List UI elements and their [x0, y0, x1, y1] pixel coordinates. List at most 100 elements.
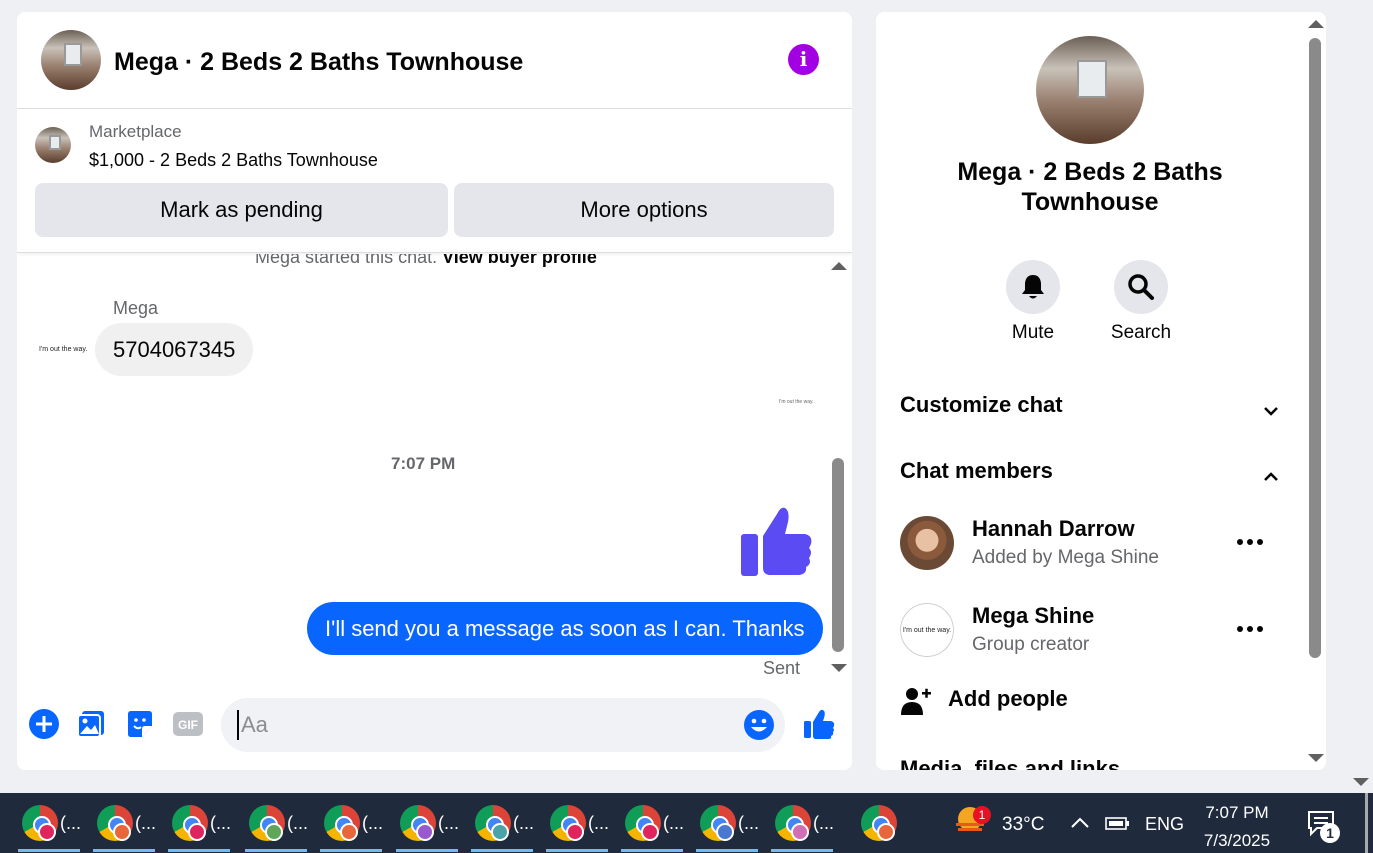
- mute-button[interactable]: Mute: [993, 260, 1073, 344]
- mute-label: Mute: [1011, 322, 1055, 343]
- message-list: Mega started this chat. View buyer profi…: [17, 254, 829, 682]
- sender-name: Mega: [113, 298, 159, 318]
- customize-chat-section[interactable]: Customize chat: [900, 392, 1280, 432]
- member-name: Mega Shine: [972, 603, 1095, 628]
- active-indicator: [245, 849, 307, 852]
- group-title: Mega · 2 Beds 2 Baths Townhouse: [957, 158, 1223, 216]
- active-indicator: [93, 849, 155, 852]
- taskbar-chrome-window[interactable]: (...: [696, 801, 759, 853]
- member-name: Hannah Darrow: [972, 516, 1135, 541]
- search-icon: [1128, 274, 1154, 300]
- language-indicator[interactable]: ENG: [1145, 814, 1184, 835]
- mark-pending-button[interactable]: Mark as pending: [35, 183, 448, 237]
- view-buyer-profile-link[interactable]: View buyer profile: [442, 254, 597, 267]
- window-label: (...: [588, 813, 609, 833]
- scroll-up-arrow[interactable]: [831, 262, 847, 270]
- taskbar-chrome-window[interactable]: (...: [396, 801, 459, 853]
- scroll-thumb[interactable]: [1309, 38, 1321, 658]
- profile-icon: [791, 823, 809, 841]
- member-row[interactable]: Hannah Darrow Added by Mega Shine: [900, 516, 1280, 576]
- profile-icon: [416, 823, 434, 841]
- member-subtitle: Group creator: [972, 634, 1090, 655]
- show-desktop-button[interactable]: [1365, 793, 1368, 853]
- sent-status: Sent: [763, 658, 801, 678]
- info-icon[interactable]: i: [788, 44, 819, 75]
- taskbar-chrome-window[interactable]: (...: [471, 801, 534, 853]
- message-input[interactable]: [237, 710, 717, 740]
- profile-icon: [340, 823, 358, 841]
- scroll-down-arrow[interactable]: [831, 664, 847, 672]
- member-row[interactable]: I'm out the way. Mega Shine Group creato…: [900, 603, 1280, 663]
- chevron-up-icon[interactable]: [1070, 815, 1090, 831]
- details-scrollbar[interactable]: [1305, 14, 1325, 768]
- more-icon[interactable]: [1235, 617, 1265, 641]
- profile-icon: [491, 823, 509, 841]
- marketplace-label: Marketplace: [89, 122, 182, 141]
- notification-count: 1: [1320, 823, 1340, 843]
- page-scroll-down-arrow[interactable]: [1353, 778, 1369, 786]
- chat-details-panel: Mega · 2 Beds 2 Baths Townhouse Mute Sea…: [876, 12, 1326, 770]
- plus-icon[interactable]: [28, 708, 60, 740]
- profile-icon: [113, 823, 131, 841]
- gif-icon[interactable]: GIF: [172, 708, 204, 740]
- window-label: (...: [663, 813, 684, 833]
- more-icon[interactable]: [1235, 530, 1265, 554]
- profile-icon: [566, 823, 584, 841]
- listing-title[interactable]: $1,000 - 2 Beds 2 Baths Townhouse: [89, 150, 378, 171]
- like-icon[interactable]: [803, 708, 835, 740]
- temperature[interactable]: 33°C: [1002, 814, 1044, 836]
- member-avatar[interactable]: I'm out the way.: [900, 603, 954, 657]
- message-scrollbar[interactable]: [829, 260, 847, 680]
- chat-members-section[interactable]: Chat members: [900, 458, 1280, 498]
- taskbar-chrome-window[interactable]: (...: [245, 801, 308, 853]
- profile-icon: [641, 823, 659, 841]
- member-avatar[interactable]: [900, 516, 954, 570]
- battery-icon[interactable]: [1104, 813, 1130, 833]
- incoming-message[interactable]: 5704067345: [95, 323, 254, 376]
- taskbar-chrome-window[interactable]: [857, 801, 919, 853]
- sender-avatar[interactable]: I'm out the way.: [39, 346, 87, 353]
- more-options-button[interactable]: More options: [454, 183, 834, 237]
- like-sticker-icon[interactable]: [739, 504, 815, 580]
- clock[interactable]: 7:07 PM 7/3/2025: [1196, 799, 1278, 853]
- scroll-up-arrow[interactable]: [1308, 20, 1324, 28]
- notification-center[interactable]: 1: [1306, 809, 1346, 847]
- media-files-label: Media, files and links: [900, 756, 1121, 770]
- search-label: Search: [1110, 322, 1172, 343]
- bell-icon: [1022, 275, 1044, 299]
- taskbar-chrome-window[interactable]: (...: [168, 801, 231, 853]
- seen-avatar: I'm out the way.: [779, 399, 814, 405]
- add-people-button[interactable]: Add people: [900, 682, 1200, 722]
- chevron-down-icon: [1262, 766, 1280, 770]
- chat-title[interactable]: Mega · 2 Beds 2 Baths Townhouse: [114, 48, 523, 77]
- window-label: (...: [362, 813, 383, 833]
- emoji-icon[interactable]: [743, 709, 775, 741]
- sticker-icon[interactable]: [124, 708, 156, 740]
- active-indicator: [546, 849, 608, 852]
- chat-members-label: Chat members: [900, 458, 1053, 483]
- scroll-down-arrow[interactable]: [1308, 754, 1324, 762]
- group-avatar[interactable]: [1036, 36, 1144, 144]
- taskbar-chrome-window[interactable]: (...: [621, 801, 684, 853]
- active-indicator: [18, 849, 80, 852]
- chat-avatar[interactable]: [41, 30, 101, 90]
- message-input-container[interactable]: [221, 698, 785, 752]
- marketplace-banner: Marketplace $1,000 - 2 Beds 2 Baths Town…: [17, 109, 852, 253]
- listing-thumbnail[interactable]: [35, 127, 71, 163]
- taskbar-chrome-window[interactable]: (...: [18, 801, 81, 853]
- photo-icon[interactable]: [76, 708, 108, 740]
- active-indicator: [621, 849, 683, 852]
- window-label: (...: [738, 813, 759, 833]
- taskbar-chrome-window[interactable]: (...: [320, 801, 383, 853]
- active-indicator: [396, 849, 458, 852]
- customize-chat-label: Customize chat: [900, 392, 1063, 417]
- taskbar-chrome-window[interactable]: (...: [93, 801, 156, 853]
- scroll-thumb[interactable]: [832, 458, 844, 652]
- media-files-section[interactable]: Media, files and links: [900, 756, 1280, 770]
- taskbar-chrome-window[interactable]: (...: [771, 801, 834, 853]
- outgoing-message[interactable]: I'll send you a message as soon as I can…: [307, 602, 823, 655]
- taskbar-chrome-window[interactable]: (...: [546, 801, 609, 853]
- window-label: (...: [513, 813, 534, 833]
- weather-badge: 1: [973, 806, 991, 824]
- search-button[interactable]: Search: [1101, 260, 1181, 344]
